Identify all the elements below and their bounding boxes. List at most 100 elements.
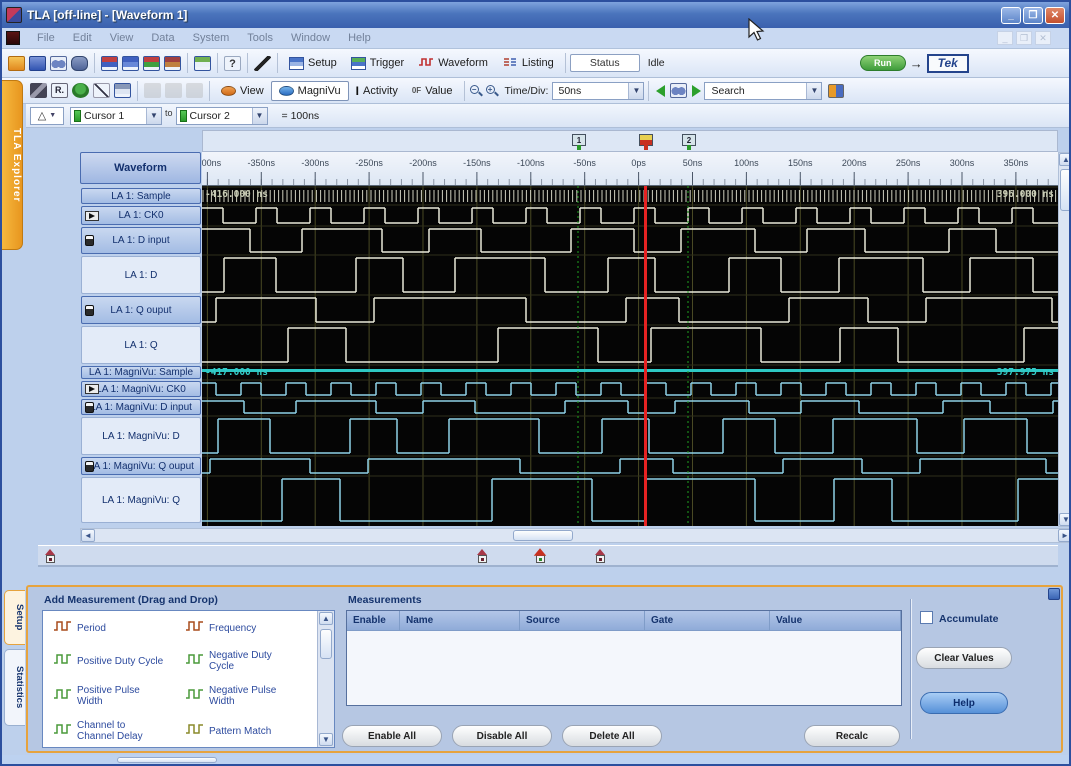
waveform-canvas[interactable]: -416.000 ns396.000 ns-417.000 ns397.975 …: [202, 186, 1058, 526]
run-button[interactable]: Run: [860, 55, 906, 71]
waveform-window-icon[interactable]: [143, 56, 160, 71]
vertical-scroll-thumb[interactable]: [1060, 169, 1071, 211]
panel-pin-icon[interactable]: [1048, 588, 1060, 600]
wave-label-10[interactable]: LA 1: MagniVu: Q ouput: [81, 457, 201, 475]
binoculars-search-icon[interactable]: [50, 56, 67, 71]
search-options-icon[interactable]: [828, 84, 844, 98]
new-system-icon[interactable]: [8, 56, 25, 71]
trigger-button[interactable]: Trigger: [344, 54, 411, 73]
new-datawindow-icon[interactable]: [194, 56, 211, 71]
cursor-marker-1[interactable]: 1: [572, 134, 586, 146]
trigger-marker[interactable]: [639, 134, 653, 146]
timediv-select[interactable]: 50ns ▼: [552, 82, 644, 100]
column-header-gate[interactable]: Gate: [645, 611, 770, 630]
mouse-tool-icon[interactable]: [71, 56, 88, 71]
measurement-item-channel-to-channel-delay[interactable]: Channel to Channel Delay: [53, 720, 185, 742]
bottom-scroll-thumb[interactable]: [117, 757, 217, 763]
search-previous-icon[interactable]: [656, 85, 665, 97]
paste-icon[interactable]: [186, 83, 203, 98]
help-pointer-icon[interactable]: ?: [224, 56, 241, 71]
delete-all-button[interactable]: Delete All: [562, 725, 662, 747]
restore-button[interactable]: ❐: [1023, 7, 1043, 24]
cursor2-select[interactable]: Cursor 2 ▼: [176, 107, 268, 125]
menu-file[interactable]: File: [28, 30, 64, 46]
wave-label-2[interactable]: LA 1: D input: [81, 227, 201, 254]
split-view-icon[interactable]: [30, 83, 47, 98]
help-button[interactable]: Help: [920, 692, 1008, 714]
clear-values-button[interactable]: Clear Values: [916, 647, 1012, 669]
wave-label-4[interactable]: LA 1: Q ouput: [81, 296, 201, 324]
tools-hammer-icon[interactable]: [254, 56, 271, 71]
vertical-scrollbar[interactable]: ▲ ▼: [1058, 152, 1071, 527]
cursor1-select[interactable]: Cursor 1 ▼: [70, 107, 162, 125]
tab-setup[interactable]: Setup: [4, 590, 25, 645]
marker-flag-icon[interactable]: [476, 549, 488, 563]
mdi-close-button[interactable]: ✕: [1035, 31, 1051, 45]
menu-system[interactable]: System: [184, 30, 239, 46]
document-icon[interactable]: [6, 31, 20, 45]
measurement-item-negative-duty-cycle[interactable]: Negative Duty Cycle: [185, 650, 317, 672]
horizontal-scroll-thumb[interactable]: [513, 530, 573, 541]
marker-flag-icon[interactable]: [44, 549, 56, 563]
column-header-enable[interactable]: Enable: [347, 611, 400, 630]
setup-button[interactable]: Setup: [282, 54, 344, 73]
activity-button[interactable]: I Activity: [349, 81, 405, 101]
copy-icon[interactable]: [165, 83, 182, 98]
waveform-column-header[interactable]: Waveform: [80, 152, 201, 184]
search-next-icon[interactable]: [692, 85, 701, 97]
search-binoculars-icon[interactable]: [670, 83, 687, 98]
cursor-marker-2[interactable]: 2: [682, 134, 696, 146]
add-measurement-list[interactable]: PeriodFrequencyPositive Duty CycleNegati…: [42, 610, 335, 748]
minimize-button[interactable]: _: [1001, 7, 1021, 24]
scroll-up-icon[interactable]: ▲: [1059, 153, 1071, 166]
measurement-item-negative-pulse-width[interactable]: Negative Pulse Width: [185, 685, 317, 707]
tla-explorer-tab[interactable]: TLA Explorer: [2, 80, 23, 250]
timeline-marker-strip[interactable]: [38, 545, 1058, 567]
list-scrollbar[interactable]: ▲ ▼: [317, 611, 334, 747]
list-scroll-up-icon[interactable]: ▲: [319, 612, 333, 625]
menu-tools[interactable]: Tools: [238, 30, 282, 46]
marker-flag-icon[interactable]: [594, 549, 606, 563]
enable-all-button[interactable]: Enable All: [342, 725, 442, 747]
search-combo[interactable]: Search ▼: [704, 82, 822, 100]
value-button[interactable]: 0F Value: [405, 82, 460, 100]
close-button[interactable]: ✕: [1045, 7, 1065, 24]
save-icon[interactable]: [29, 56, 46, 71]
mdi-restore-button[interactable]: ❐: [1016, 31, 1032, 45]
angle-measure-icon[interactable]: [93, 83, 110, 98]
column-header-name[interactable]: Name: [400, 611, 520, 630]
wave-label-1[interactable]: LA 1: CK0: [81, 206, 201, 225]
trigger-flag-icon[interactable]: [534, 549, 546, 563]
menu-view[interactable]: View: [101, 30, 143, 46]
tab-statistics[interactable]: Statistics: [4, 649, 25, 726]
scroll-right-icon[interactable]: ►: [1058, 529, 1071, 542]
mdi-minimize-button[interactable]: _: [997, 31, 1013, 45]
measurement-item-positive-pulse-width[interactable]: Positive Pulse Width: [53, 685, 185, 707]
measurement-item-period[interactable]: Period: [53, 619, 185, 637]
cut-icon[interactable]: [144, 83, 161, 98]
list-scroll-down-icon[interactable]: ▼: [319, 733, 333, 746]
menu-data[interactable]: Data: [142, 30, 183, 46]
status-button[interactable]: Status: [570, 54, 640, 72]
horizontal-scrollbar[interactable]: ◄ ►: [80, 528, 1071, 543]
time-ruler[interactable]: -400ns-350ns-300ns-250ns-200ns-150ns-100…: [202, 152, 1058, 186]
menu-edit[interactable]: Edit: [64, 30, 101, 46]
recalc-button[interactable]: Recalc: [804, 725, 900, 747]
zoom-out-icon[interactable]: −: [469, 84, 485, 98]
magnivu-button[interactable]: MagniVu: [271, 81, 349, 101]
accumulate-checkbox[interactable]: [920, 611, 933, 624]
setup-window-icon[interactable]: [101, 56, 118, 71]
properties-window-icon[interactable]: [114, 83, 131, 98]
measurement-item-pattern-match[interactable]: Pattern Match: [185, 720, 317, 742]
wave-label-3[interactable]: LA 1: D: [81, 256, 201, 294]
scroll-left-icon[interactable]: ◄: [81, 529, 95, 542]
zoom-in-icon[interactable]: +: [485, 84, 501, 98]
menu-help[interactable]: Help: [339, 30, 380, 46]
list-scroll-thumb[interactable]: [320, 629, 332, 659]
view-button[interactable]: View: [214, 82, 271, 100]
wave-label-8[interactable]: LA 1: MagniVu: D input: [81, 399, 201, 415]
scroll-down-icon[interactable]: ▼: [1059, 513, 1071, 526]
delta-time-button[interactable]: △▼: [30, 107, 64, 125]
measurements-table[interactable]: EnableNameSourceGateValue: [346, 610, 902, 706]
wave-label-7[interactable]: LA 1: MagniVu: CK0: [81, 381, 201, 397]
